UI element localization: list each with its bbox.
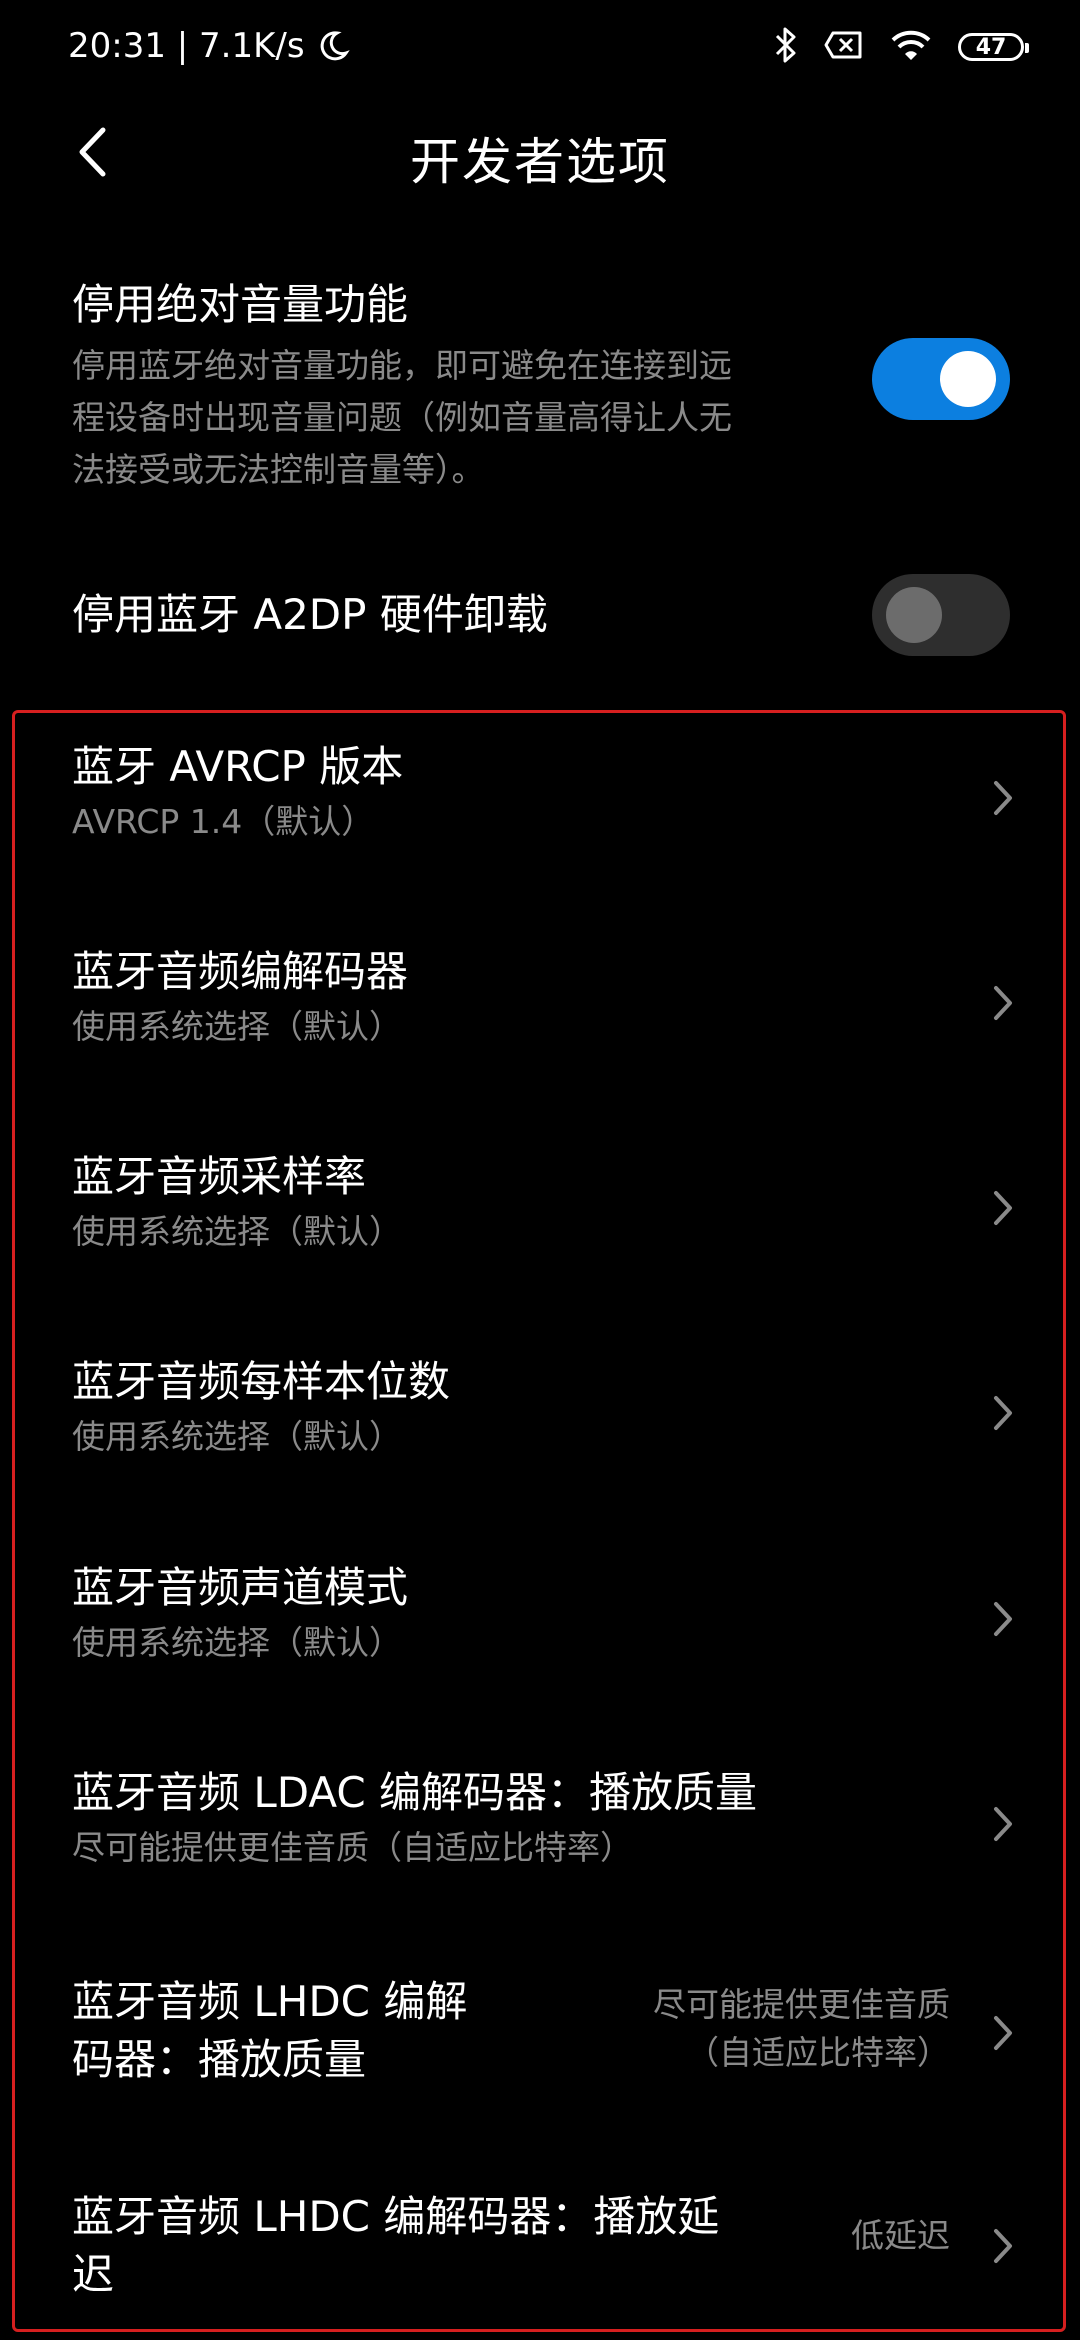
absolute-volume-toggle[interactable] <box>872 338 1010 420</box>
row-subtitle: 使用系统选择（默认） <box>72 1417 402 1456</box>
row-title-line: 迟 <box>72 2250 115 2299</box>
battery-level: 47 <box>975 34 1007 60</box>
row-description-line: 程设备时出现音量问题（例如音量高得让人无 <box>72 398 732 437</box>
list-item-bits-per-sample[interactable]: 蓝牙音频每样本位数 使用系统选择（默认） <box>0 1355 1080 1475</box>
chevron-right-icon <box>988 1802 1018 1846</box>
chevron-right-icon <box>988 1391 1018 1435</box>
list-item-sample-rate[interactable]: 蓝牙音频采样率 使用系统选择（默认） <box>0 1150 1080 1270</box>
list-item-audio-codec[interactable]: 蓝牙音频编解码器 使用系统选择（默认） <box>0 945 1080 1065</box>
toggle-knob <box>886 587 942 643</box>
row-title: 蓝牙音频 LDAC 编解码器：播放质量 <box>72 1768 758 1817</box>
row-title: 蓝牙 AVRCP 版本 <box>72 742 404 791</box>
list-item-avrcp-version[interactable]: 蓝牙 AVRCP 版本 AVRCP 1.4（默认） <box>0 740 1080 860</box>
chevron-right-icon <box>988 981 1018 1025</box>
row-title: 停用蓝牙 A2DP 硬件卸载 <box>72 590 548 639</box>
chevron-right-icon <box>988 1186 1018 1230</box>
row-title-line: 蓝牙音频 LHDC 编解 <box>72 1977 468 2026</box>
a2dp-offload-toggle[interactable] <box>872 574 1010 656</box>
row-title: 蓝牙音频采样率 <box>72 1152 367 1201</box>
row-value-line: 尽可能提供更佳音质 <box>653 1985 950 2024</box>
row-value: 低延迟 <box>851 2216 950 2255</box>
bluetooth-icon <box>774 26 798 68</box>
row-subtitle: 使用系统选择（默认） <box>72 1623 402 1662</box>
header: 开发者选项 <box>0 100 1080 210</box>
list-item-channel-mode[interactable]: 蓝牙音频声道模式 使用系统选择（默认） <box>0 1561 1080 1681</box>
sim-off-icon <box>824 30 864 64</box>
row-title: 停用绝对音量功能 <box>72 280 409 329</box>
row-value-line: （自适应比特率） <box>686 2033 950 2072</box>
page-title: 开发者选项 <box>410 133 670 191</box>
toggle-row-absolute-volume[interactable]: 停用绝对音量功能 停用蓝牙绝对音量功能，即可避免在连接到远 程设备时出现音量问题… <box>0 270 1080 500</box>
chevron-right-icon <box>988 2011 1018 2055</box>
status-time-speed: 20:31 | 7.1K/s <box>68 26 305 66</box>
row-title-line: 码器：播放质量 <box>72 2035 367 2084</box>
chevron-right-icon <box>988 776 1018 820</box>
toggle-knob <box>940 351 996 407</box>
status-left: 20:31 | 7.1K/s <box>68 26 351 66</box>
chevron-right-icon <box>988 1597 1018 1641</box>
row-description-line: 法接受或无法控制音量等）。 <box>72 450 485 489</box>
row-subtitle: 使用系统选择（默认） <box>72 1007 402 1046</box>
row-title: 蓝牙音频编解码器 <box>72 947 409 996</box>
row-subtitle: 使用系统选择（默认） <box>72 1212 402 1251</box>
list-item-lhdc-latency[interactable]: 蓝牙音频 LHDC 编解码器：播放延 迟 低延迟 <box>0 2190 1080 2310</box>
battery-icon: 47 <box>958 33 1029 61</box>
status-bar: 20:31 | 7.1K/s 47 <box>0 0 1080 95</box>
status-right: 47 <box>774 26 1029 68</box>
row-title-line: 蓝牙音频 LHDC 编解码器：播放延 <box>72 2192 720 2241</box>
row-title: 蓝牙音频声道模式 <box>72 1563 409 1612</box>
list-item-lhdc-quality[interactable]: 蓝牙音频 LHDC 编解 码器：播放质量 尽可能提供更佳音质 （自适应比特率） <box>0 1975 1080 2095</box>
moon-icon <box>315 28 351 64</box>
row-description-line: 停用蓝牙绝对音量功能，即可避免在连接到远 <box>72 346 732 385</box>
chevron-right-icon <box>988 2224 1018 2268</box>
row-subtitle: AVRCP 1.4（默认） <box>72 802 375 841</box>
list-item-ldac-quality[interactable]: 蓝牙音频 LDAC 编解码器：播放质量 尽可能提供更佳音质（自适应比特率） <box>0 1766 1080 1886</box>
row-subtitle: 尽可能提供更佳音质（自适应比特率） <box>72 1828 633 1867</box>
row-title: 蓝牙音频每样本位数 <box>72 1357 451 1406</box>
toggle-row-a2dp-offload[interactable]: 停用蓝牙 A2DP 硬件卸载 <box>0 570 1080 660</box>
wifi-icon <box>890 29 932 65</box>
